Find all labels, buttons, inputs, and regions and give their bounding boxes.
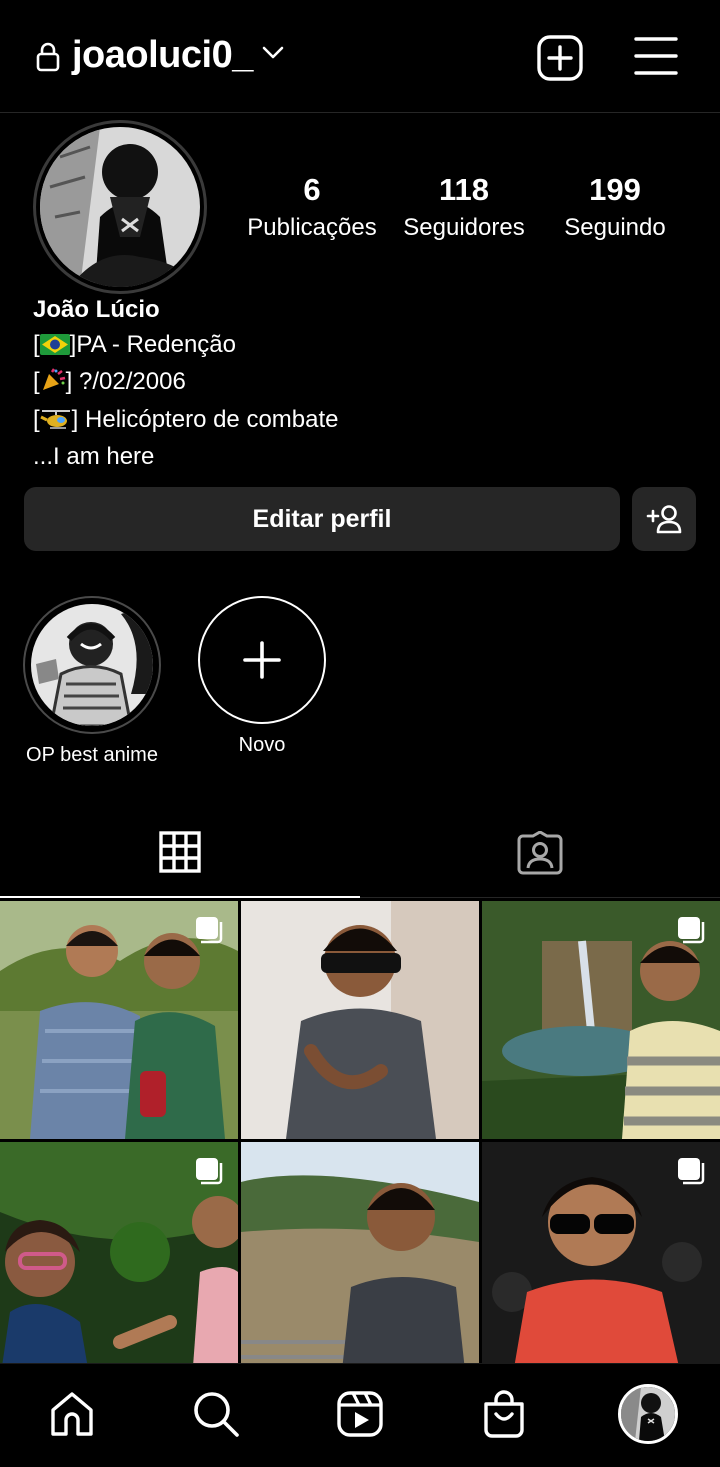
nav-home[interactable] — [42, 1384, 102, 1444]
profile-bio: João Lúcio []PA - Redenção [] ?/02/2006 … — [33, 293, 339, 475]
discover-people-button[interactable] — [632, 487, 696, 551]
profile-avatar-small — [618, 1384, 678, 1444]
bio-line: [] ?/02/2006 — [33, 365, 339, 403]
lock-icon — [36, 42, 60, 77]
highlight-label: Novo — [238, 734, 286, 756]
posts-stat[interactable]: 6 Publicações — [232, 172, 392, 248]
multiple-photos-icon — [676, 915, 706, 950]
following-label: Seguindo — [564, 214, 666, 241]
highlight-ring — [23, 596, 161, 734]
followers-count: 118 — [438, 172, 489, 207]
tab-posts-grid[interactable] — [0, 808, 360, 898]
search-icon — [194, 1392, 239, 1437]
edit-profile-button[interactable]: Editar perfil — [24, 487, 620, 551]
plus-icon — [243, 641, 281, 679]
grid-icon — [159, 831, 201, 873]
helicopter-icon — [40, 406, 72, 441]
followers-stat[interactable]: 118 Seguidores — [384, 172, 544, 248]
bio-location: PA - Redenção — [76, 330, 236, 358]
following-count: 199 — [589, 172, 641, 207]
home-icon — [51, 1392, 93, 1436]
multiple-photos-icon — [194, 1156, 224, 1191]
tab-tagged[interactable] — [360, 808, 720, 898]
tagged-icon — [517, 831, 563, 875]
multiple-photos-icon — [194, 915, 224, 950]
account-username[interactable]: joaoluci0_ — [72, 34, 253, 77]
menu-icon[interactable] — [634, 36, 678, 81]
posts-count: 6 — [303, 172, 321, 207]
bio-line: ...I am here — [33, 443, 155, 470]
post-thumbnail[interactable] — [482, 901, 720, 1139]
highlight-label: OP best anime — [26, 744, 158, 766]
post-thumbnail[interactable] — [482, 1142, 720, 1363]
nav-shop[interactable] — [474, 1384, 534, 1444]
chevron-down-icon[interactable] — [262, 46, 284, 65]
profile-name: João Lúcio — [33, 296, 160, 323]
post-thumbnail[interactable] — [0, 901, 238, 1139]
profile-tabs — [0, 808, 720, 898]
top-bar: joaoluci0_ — [0, 0, 720, 113]
bio-birthday: ?/02/2006 — [79, 368, 186, 395]
bio-line: [] Helicóptero de combate — [33, 403, 339, 441]
bio-interest: Helicóptero de combate — [85, 405, 339, 433]
highlight-cover — [31, 604, 153, 726]
nav-reels[interactable] — [330, 1384, 390, 1444]
shop-icon — [484, 1390, 524, 1438]
new-highlight-circle — [198, 596, 326, 724]
nav-profile[interactable] — [618, 1384, 678, 1444]
post-thumbnail[interactable] — [241, 901, 479, 1139]
posts-label: Publicações — [247, 214, 377, 241]
add-person-icon — [646, 505, 682, 534]
profile-avatar[interactable] — [40, 127, 200, 287]
bottom-navigation — [0, 1363, 720, 1467]
reels-icon — [337, 1391, 383, 1437]
brazil-flag-icon — [39, 331, 70, 366]
posts-grid — [0, 901, 720, 1363]
multiple-photos-icon — [676, 1156, 706, 1191]
nav-search[interactable] — [186, 1384, 246, 1444]
following-stat[interactable]: 199 Seguindo — [535, 172, 695, 248]
party-popper-icon — [40, 368, 66, 403]
followers-label: Seguidores — [403, 214, 525, 241]
new-post-button[interactable] — [536, 34, 584, 87]
highlight-op-best-anime[interactable]: OP best anime — [22, 596, 162, 767]
post-thumbnail[interactable] — [241, 1142, 479, 1363]
post-thumbnail[interactable] — [0, 1142, 238, 1363]
new-highlight-button[interactable]: Novo — [194, 596, 330, 757]
bio-line: []PA - Redenção — [33, 328, 339, 366]
